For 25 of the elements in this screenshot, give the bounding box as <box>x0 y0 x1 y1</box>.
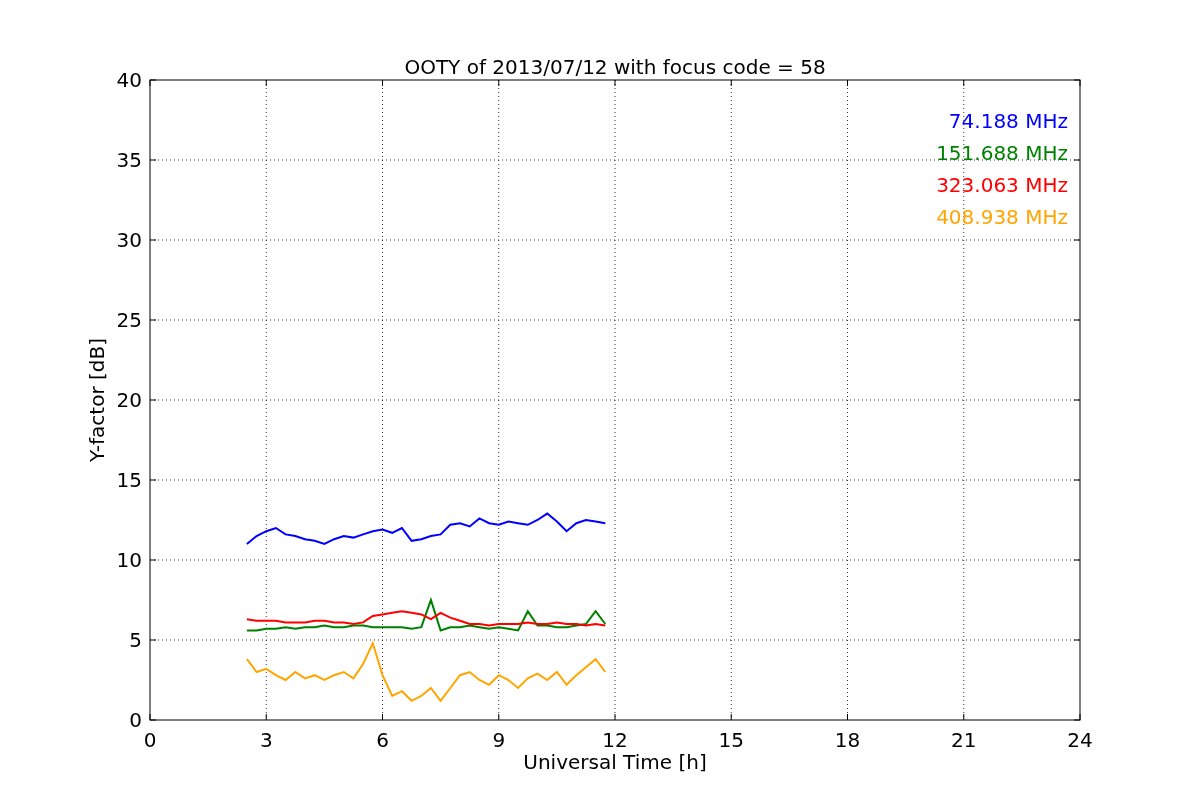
y-tick-label: 40 <box>116 68 142 92</box>
y-tick-label: 15 <box>116 468 142 492</box>
chart-title: OOTY of 2013/07/12 with focus code = 58 <box>404 55 826 79</box>
x-axis-label: Universal Time [h] <box>523 750 707 774</box>
y-tick-label: 10 <box>116 548 142 572</box>
legend-label: 408.938 MHz <box>936 205 1068 229</box>
y-tick-label: 35 <box>116 148 142 172</box>
y-tick-label: 25 <box>116 308 142 332</box>
y-tick-label: 30 <box>116 228 142 252</box>
x-tick-label: 15 <box>718 728 744 752</box>
x-tick-label: 12 <box>602 728 628 752</box>
x-tick-label: 3 <box>259 728 273 752</box>
y-tick-label: 5 <box>129 628 142 652</box>
y-axis-label: Y-factor [dB] <box>85 338 109 462</box>
y-tick-label: 0 <box>129 708 142 732</box>
x-tick-label: 24 <box>1067 728 1093 752</box>
y-tick-label: 20 <box>116 388 142 412</box>
x-tick-label: 21 <box>951 728 977 752</box>
x-tick-label: 18 <box>834 728 861 752</box>
legend-label: 74.188 MHz <box>948 109 1068 133</box>
legend-label: 151.688 MHz <box>936 141 1068 165</box>
x-tick-label: 0 <box>143 728 157 752</box>
x-tick-label: 9 <box>492 728 506 752</box>
legend-label: 323.063 MHz <box>936 173 1068 197</box>
x-tick-label: 6 <box>376 728 389 752</box>
